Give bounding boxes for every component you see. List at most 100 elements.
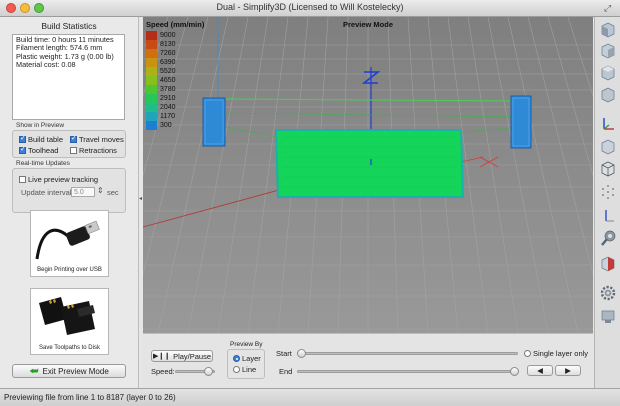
end-label: End <box>279 367 293 376</box>
toolhead-icon[interactable] <box>599 308 617 326</box>
legend-swatch <box>146 121 157 130</box>
status-text: Previewing file from line 1 to 8187 (lay… <box>4 393 176 402</box>
checkbox-label: Travel moves <box>79 135 124 144</box>
checkbox-label: Build table <box>28 135 64 144</box>
usb-cable-icon <box>35 220 100 260</box>
legend-row: 6390 <box>146 58 176 67</box>
show-in-preview-label: Show in Preview <box>16 122 65 129</box>
realtime-updates-group: Live preview tracking Update interval 5.… <box>12 168 126 213</box>
gear-icon[interactable] <box>599 284 617 302</box>
update-interval-label: Update interval <box>21 188 72 197</box>
window-title: Dual - Simplify3D (Licensed to Will Kost… <box>216 2 404 12</box>
legend-value: 6390 <box>160 59 176 66</box>
preview-by-line-radio[interactable]: Line <box>233 365 256 374</box>
end-slider-knob[interactable] <box>510 367 519 376</box>
axes-icon[interactable] <box>599 115 617 133</box>
preview-viewport[interactable]: Speed (mm/min) Preview Mode 9000 8130 72… <box>143 17 593 333</box>
legend-value: 3780 <box>160 86 176 93</box>
next-layer-button[interactable]: ▶ <box>555 365 581 376</box>
legend-row: 8130 <box>146 40 176 49</box>
cube-icon[interactable] <box>599 86 617 104</box>
previous-layer-button[interactable]: ◀ <box>527 365 553 376</box>
toolhead-checkbox[interactable]: Toolhead <box>19 145 59 155</box>
play-pause-label: Play/Pause <box>173 351 212 361</box>
start-label: Start <box>276 349 292 358</box>
legend-swatch <box>146 76 157 85</box>
points-icon[interactable] <box>599 183 617 201</box>
radio-dot <box>233 366 240 373</box>
cube-icon[interactable] <box>599 138 617 156</box>
legend-value: 9000 <box>160 32 176 39</box>
checkbox-box <box>19 176 26 183</box>
start-slider-knob[interactable] <box>297 349 306 358</box>
single-layer-only-option[interactable]: Single layer only <box>524 349 588 358</box>
print-usb-label: Begin Printing over USB <box>37 267 102 273</box>
wireframe-cube-icon[interactable] <box>599 160 617 178</box>
playback-controls: ▶❙❙ Play/Pause Speed: Preview By Layer L… <box>143 333 593 389</box>
single-layer-label: Single layer only <box>533 349 589 358</box>
radio-dot <box>524 350 531 357</box>
legend-swatch <box>146 67 157 76</box>
print-usb-button[interactable]: Begin Printing over USB <box>30 210 109 277</box>
legend-swatch <box>146 49 157 58</box>
checkbox-box <box>70 147 77 154</box>
legend-value: 5520 <box>160 68 176 75</box>
stat-material-cost: Material cost: 0.08 <box>16 60 76 70</box>
build-statistics-box: Build time: 0 hours 11 minutes Filament … <box>12 34 125 120</box>
exit-preview-mode-button[interactable]: ⮨ Exit Preview Mode <box>12 364 126 378</box>
legend-row: 9000 <box>146 31 176 40</box>
legend-swatch <box>146 58 157 67</box>
show-in-preview-group: Build table Travel moves Toolhead Retrac… <box>12 130 126 158</box>
play-pause-button[interactable]: ▶❙❙ Play/Pause <box>151 350 213 362</box>
radio-label: Line <box>242 365 257 374</box>
legend-swatch <box>146 103 157 112</box>
view-toolbar <box>594 17 620 388</box>
legend-value: 7260 <box>160 50 176 57</box>
legend-value: 1170 <box>160 113 176 120</box>
retractions-checkbox[interactable]: Retractions <box>70 146 117 155</box>
cube-icon[interactable] <box>599 42 617 60</box>
arrow-right-icon: ▶ <box>565 366 571 375</box>
legend-row: 7260 <box>146 49 176 58</box>
save-to-disk-label: Save Toolpaths to Disk <box>39 345 100 351</box>
checkbox-box <box>19 134 26 143</box>
section-cut-icon[interactable] <box>599 255 617 273</box>
exit-preview-label: Exit Preview Mode <box>42 366 109 376</box>
update-interval-input[interactable]: 5.0 <box>71 187 95 197</box>
back-arrow-icon: ⮨ <box>29 365 39 377</box>
travel-moves-checkbox[interactable]: Travel moves <box>70 134 124 144</box>
legend-row: 2040 <box>146 103 176 112</box>
checkbox-box <box>70 134 77 143</box>
play-pause-icon: ▶❙❙ <box>152 353 171 360</box>
preview-by-layer-radio[interactable]: Layer <box>233 354 261 363</box>
arrow-left-icon: ◀ <box>537 366 543 375</box>
legend-swatch <box>146 31 157 40</box>
build-table-checkbox[interactable]: Build table <box>19 134 64 144</box>
cube-icon[interactable] <box>599 21 617 39</box>
realtime-updates-label: Real-time Updates <box>16 160 70 167</box>
update-interval-unit: sec <box>107 188 119 197</box>
start-slider-track[interactable] <box>297 352 518 355</box>
build-plate-grid <box>143 17 593 333</box>
checkbox-label: Live preview tracking <box>28 175 99 184</box>
speed-slider-knob[interactable] <box>204 367 213 376</box>
move-axis-icon[interactable] <box>599 206 617 224</box>
legend-value: 8130 <box>160 41 176 48</box>
legend-row: 300 <box>146 121 176 130</box>
checkbox-label: Toolhead <box>28 146 59 155</box>
fullscreen-icon[interactable]: ⤢ <box>604 3 614 13</box>
speed-legend: 9000 8130 7260 6390 5520 4650 3780 2910 … <box>146 31 176 130</box>
speed-label: Speed: <box>151 367 175 376</box>
preview-by-label: Preview By <box>230 341 263 348</box>
checkbox-label: Retractions <box>79 146 117 155</box>
wrench-icon[interactable] <box>599 229 617 247</box>
end-slider-track[interactable] <box>297 370 518 373</box>
legend-row: 1170 <box>146 112 176 121</box>
legend-swatch <box>146 40 157 49</box>
collapse-panel-handle[interactable]: ◂ <box>139 195 142 202</box>
cube-icon[interactable] <box>599 64 617 82</box>
legend-row: 4650 <box>146 76 176 85</box>
update-interval-stepper[interactable]: ⇕ <box>97 186 104 195</box>
save-to-disk-button[interactable]: Save Toolpaths to Disk <box>30 288 109 355</box>
live-preview-tracking-checkbox[interactable]: Live preview tracking <box>19 175 98 184</box>
